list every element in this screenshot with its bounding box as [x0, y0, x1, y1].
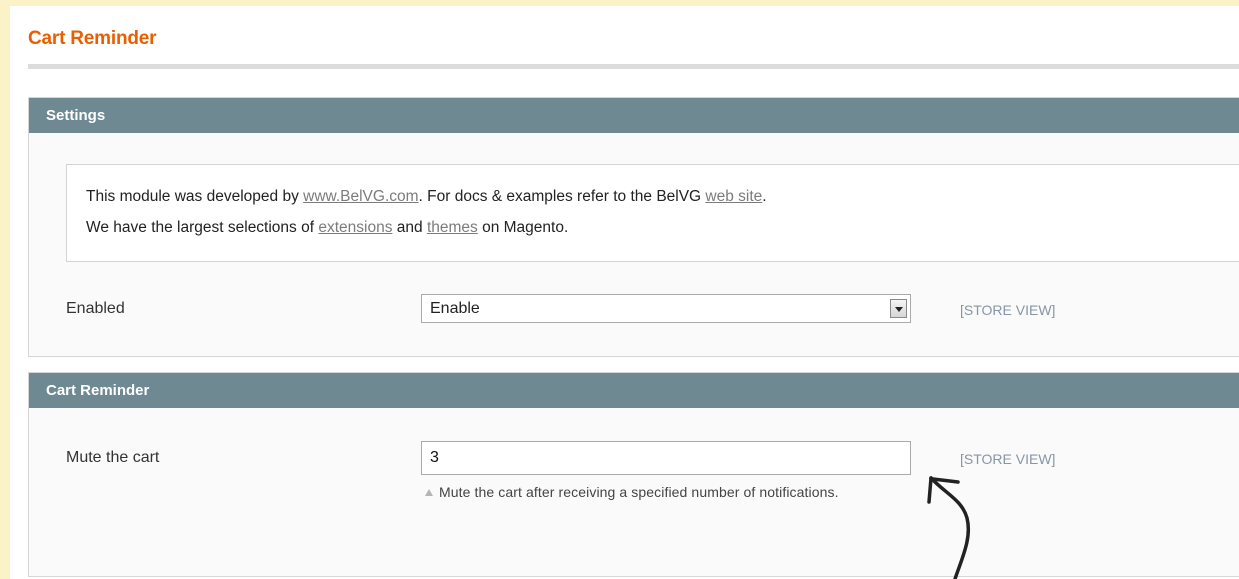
- hand-drawn-arrow-icon: [927, 476, 971, 579]
- config-page: Cart Reminder Settings This module was d…: [10, 6, 1239, 579]
